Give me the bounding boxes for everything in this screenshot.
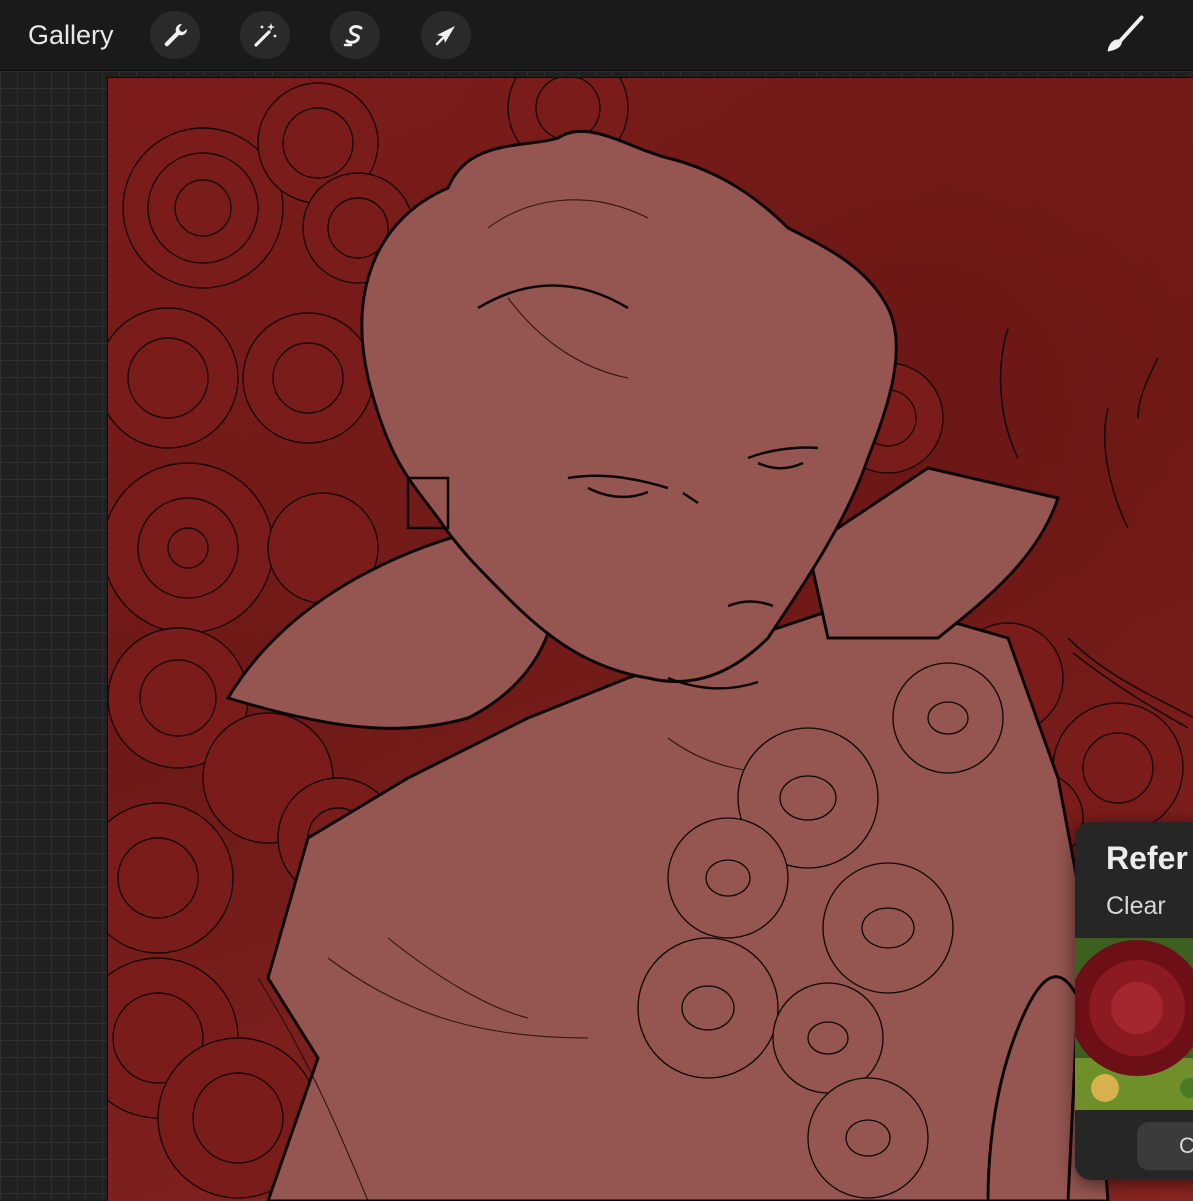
adjustments-button[interactable] (240, 11, 290, 59)
transform-button[interactable] (421, 11, 471, 59)
top-toolbar: Gallery (0, 0, 1193, 71)
reference-title: Refer (1106, 840, 1188, 876)
reference-image (1075, 938, 1193, 1110)
drawing-canvas[interactable] (107, 77, 1193, 1201)
wrench-icon (164, 23, 188, 47)
artwork (108, 78, 1193, 1201)
reference-clear-button[interactable]: Clear (1106, 892, 1166, 921)
actions-button[interactable] (150, 11, 200, 59)
reference-panel: Refer Clear C (1075, 822, 1193, 1180)
gallery-button[interactable]: Gallery (28, 18, 114, 52)
transform-arrow-icon (435, 26, 455, 46)
reference-action-button[interactable]: C (1137, 1122, 1193, 1170)
brush-icon (1107, 15, 1144, 52)
selection-button[interactable] (330, 11, 380, 59)
dahlia-reference-photo (1075, 938, 1193, 1110)
magic-wand-icon (254, 23, 277, 47)
selection-icon (343, 25, 363, 47)
brush-button[interactable] (1098, 10, 1150, 60)
